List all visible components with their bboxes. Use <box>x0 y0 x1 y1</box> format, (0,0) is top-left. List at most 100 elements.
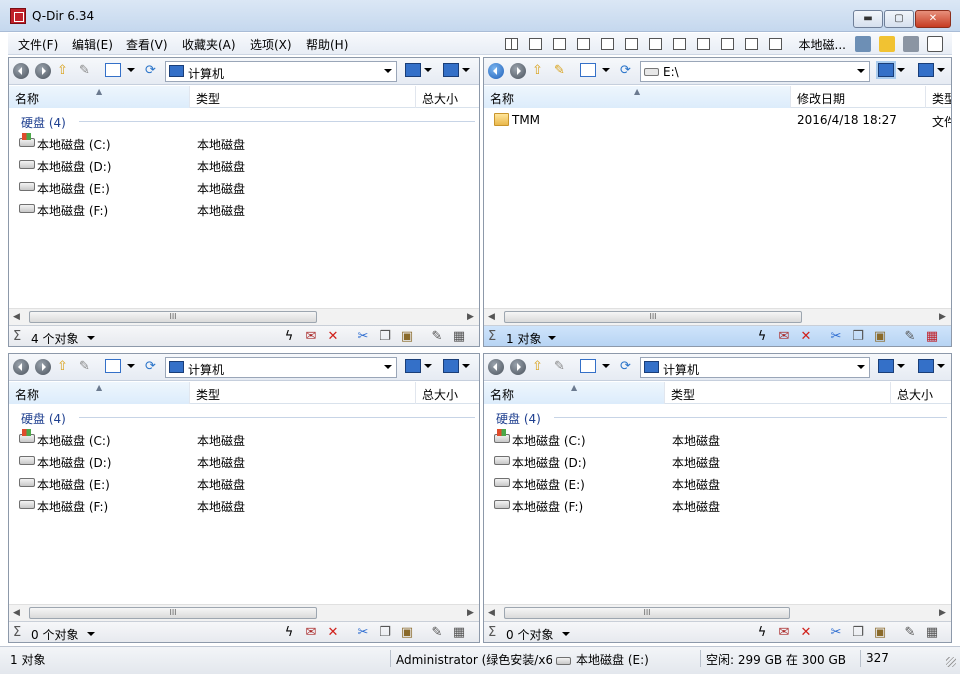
view-mode-dropdown[interactable] <box>602 364 610 372</box>
scroll-thumb[interactable]: III <box>504 607 790 619</box>
desktop-icon[interactable] <box>405 359 421 373</box>
mail-icon[interactable]: ✉ <box>776 329 792 345</box>
rename-icon[interactable]: ✎ <box>902 625 918 641</box>
desktop-dropdown[interactable] <box>897 364 905 372</box>
list-item[interactable]: 本地磁盘 (C:) 本地磁盘 <box>17 429 477 450</box>
forward-icon[interactable] <box>510 63 526 79</box>
address-bar[interactable]: 计算机 <box>640 357 870 378</box>
mail-icon[interactable]: ✉ <box>303 329 319 345</box>
cut-icon[interactable]: ✂ <box>828 625 844 641</box>
desktop-dropdown[interactable] <box>424 68 432 76</box>
tools-icon[interactable] <box>903 36 919 52</box>
object-count[interactable]: 0 个对象 <box>31 626 78 642</box>
layout-grid-icon[interactable] <box>504 38 518 50</box>
desktop-icon[interactable] <box>405 63 421 77</box>
col-size[interactable]: 总大小 <box>891 382 951 404</box>
desktop-dropdown[interactable] <box>424 364 432 372</box>
group-header[interactable]: 硬盘 (4) <box>21 114 66 131</box>
col-type[interactable]: 类型 <box>190 382 416 404</box>
list-item[interactable]: 本地磁盘 (E:) 本地磁盘 <box>17 178 477 198</box>
refresh-icon[interactable]: ⟳ <box>620 359 631 375</box>
scroll-left-icon[interactable]: ◀ <box>488 608 495 618</box>
desktop-icon[interactable] <box>876 61 896 79</box>
scroll-thumb[interactable]: III <box>504 311 802 323</box>
properties-icon[interactable]: ▦ <box>451 329 467 345</box>
lightning-icon[interactable]: ϟ <box>754 625 770 641</box>
status-dropdown[interactable] <box>548 336 556 344</box>
horizontal-scrollbar[interactable]: ◀ III ▶ <box>484 308 951 325</box>
scroll-right-icon[interactable]: ▶ <box>939 312 946 322</box>
copy-icon[interactable]: ❐ <box>377 329 393 345</box>
view-mode-icon[interactable] <box>105 359 121 373</box>
menu-view[interactable]: 查看(V) <box>126 36 168 53</box>
col-type[interactable]: 类型 <box>926 86 951 108</box>
delete-icon[interactable]: ✕ <box>325 329 341 345</box>
rename-icon[interactable]: ✎ <box>429 625 445 641</box>
layout-9-icon[interactable] <box>720 38 734 50</box>
layout-3-icon[interactable] <box>576 38 590 50</box>
cut-icon[interactable]: ✂ <box>355 329 371 345</box>
group-header[interactable]: 硬盘 (4) <box>21 410 66 427</box>
status-dropdown[interactable] <box>87 632 95 640</box>
network-drive-icon[interactable] <box>443 359 459 373</box>
layout-8-icon[interactable] <box>696 38 710 50</box>
address-bar[interactable]: 计算机 <box>165 61 397 82</box>
scroll-right-icon[interactable]: ▶ <box>939 608 946 618</box>
network-drive-icon[interactable] <box>918 359 934 373</box>
status-dropdown[interactable] <box>87 336 95 344</box>
copy-icon[interactable]: ❐ <box>377 625 393 641</box>
horizontal-scrollbar[interactable]: ◀ III ▶ <box>9 308 479 325</box>
delete-icon[interactable]: ✕ <box>798 329 814 345</box>
favorites-star-icon[interactable] <box>879 36 895 52</box>
col-size[interactable]: 总大小 <box>416 382 479 404</box>
view-mode-icon[interactable] <box>105 63 121 77</box>
list-item[interactable]: 本地磁盘 (C:) 本地磁盘 <box>492 429 947 450</box>
address-bar[interactable]: 计算机 <box>165 357 397 378</box>
back-icon[interactable] <box>13 63 29 79</box>
network-dropdown[interactable] <box>937 68 945 76</box>
back-icon[interactable] <box>488 63 504 79</box>
scroll-left-icon[interactable]: ◀ <box>13 312 20 322</box>
copy-icon[interactable]: ❐ <box>850 329 866 345</box>
list-item[interactable]: 本地磁盘 (F:) 本地磁盘 <box>492 496 947 516</box>
layout-10-icon[interactable] <box>744 38 758 50</box>
network-dropdown[interactable] <box>937 364 945 372</box>
network-drive-icon[interactable] <box>918 63 934 77</box>
view-mode-icon[interactable] <box>580 63 596 77</box>
scroll-left-icon[interactable]: ◀ <box>488 312 495 322</box>
col-size[interactable]: 总大小 <box>416 86 479 108</box>
forward-icon[interactable] <box>510 359 526 375</box>
up-folder-icon[interactable]: ⇧ <box>532 359 543 375</box>
close-button[interactable]: ✕ <box>915 10 951 28</box>
cut-icon[interactable]: ✂ <box>355 625 371 641</box>
layout-2-icon[interactable] <box>552 38 566 50</box>
paste-icon[interactable]: ▣ <box>872 329 888 345</box>
delete-icon[interactable]: ✕ <box>325 625 341 641</box>
menu-file[interactable]: 文件(F) <box>18 36 58 53</box>
address-bar[interactable]: E:\ <box>640 61 870 82</box>
mail-icon[interactable]: ✉ <box>776 625 792 641</box>
refresh-icon[interactable]: ⟳ <box>145 359 156 375</box>
group-header[interactable]: 硬盘 (4) <box>496 410 541 427</box>
menu-favorites[interactable]: 收藏夹(A) <box>182 36 236 53</box>
address-dropdown[interactable] <box>857 365 865 373</box>
object-count[interactable]: 0 个对象 <box>506 626 553 642</box>
object-count[interactable]: 4 个对象 <box>31 330 78 346</box>
view-mode-dropdown[interactable] <box>127 364 135 372</box>
list-item[interactable]: 本地磁盘 (F:) 本地磁盘 <box>17 200 477 220</box>
properties-icon[interactable]: ▦ <box>924 329 940 345</box>
network-dropdown[interactable] <box>462 68 470 76</box>
refresh-icon[interactable]: ⟳ <box>620 63 631 79</box>
drive-selector[interactable]: 本地磁... <box>799 36 846 53</box>
minimize-button[interactable]: ▬ <box>853 10 883 28</box>
view-mode-dropdown[interactable] <box>602 68 610 76</box>
layout-7-icon[interactable] <box>672 38 686 50</box>
up-folder-icon[interactable]: ⇧ <box>57 359 68 375</box>
scroll-left-icon[interactable]: ◀ <box>13 608 20 618</box>
scroll-right-icon[interactable]: ▶ <box>467 608 474 618</box>
mail-icon[interactable]: ✉ <box>303 625 319 641</box>
address-dropdown[interactable] <box>384 365 392 373</box>
menu-edit[interactable]: 编辑(E) <box>72 36 113 53</box>
col-date[interactable]: 修改日期 <box>791 86 926 108</box>
window-mode-icon[interactable] <box>927 36 943 52</box>
